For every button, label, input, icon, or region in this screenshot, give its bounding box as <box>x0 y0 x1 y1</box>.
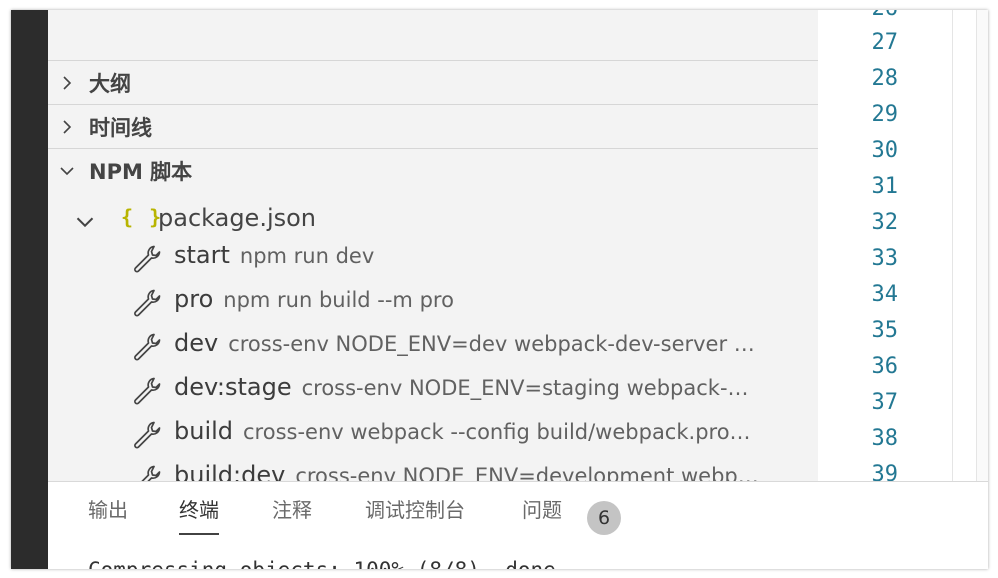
chevron-down-icon <box>75 212 95 232</box>
script-command: npm run dev <box>239 244 375 268</box>
script-text: dev cross-env NODE_ENV=dev webpack-dev-se… <box>174 329 804 357</box>
script-item-pro[interactable]: pro npm run build --m pro <box>48 279 818 323</box>
script-text: build cross-env webpack --config build/we… <box>174 417 804 445</box>
section-npm-scripts[interactable]: NPM 脚本 <box>48 148 818 192</box>
active-tab-indicator <box>179 533 219 535</box>
section-timeline[interactable]: 时间线 <box>48 104 818 148</box>
section-outline[interactable]: 大纲 <box>48 60 818 104</box>
editor-ruler <box>952 10 953 481</box>
line-number: 29 <box>871 102 899 127</box>
script-item-dev-stage[interactable]: dev:stage cross-env NODE_ENV=staging webp… <box>48 367 818 411</box>
script-name: dev:stage <box>174 373 292 401</box>
line-number: 38 <box>871 426 899 451</box>
line-number: 33 <box>871 246 899 271</box>
tab-label: 问题 <box>522 498 562 522</box>
script-item-start[interactable]: start npm run dev <box>48 235 818 279</box>
tab-comments[interactable]: 注释 <box>272 494 312 534</box>
script-text: dev:stage cross-env NODE_ENV=staging webp… <box>174 373 804 401</box>
package-file-name: package.json <box>158 204 317 232</box>
script-command: cross-env webpack --config build/webpack… <box>243 420 751 444</box>
vscode-window: 大纲 时间线 NPM 脚本 { } package.json start npm … <box>11 10 988 569</box>
chevron-down-icon <box>57 161 77 181</box>
script-text: build:dev cross-env NODE_ENV=development … <box>174 461 804 481</box>
editor-gutter: 26 27 28 29 30 31 32 33 34 35 36 37 38 3… <box>818 10 988 481</box>
line-number: 26 <box>818 10 899 21</box>
section-title: 时间线 <box>89 115 152 140</box>
problems-count-badge: 6 <box>587 501 621 535</box>
tab-label: 调试控制台 <box>365 498 465 522</box>
script-name: start <box>174 241 230 269</box>
script-name: build:dev <box>174 461 286 481</box>
editor-scrollbar[interactable] <box>976 10 988 481</box>
script-name: pro <box>174 285 214 313</box>
tab-terminal[interactable]: 终端 <box>179 494 219 535</box>
script-command: cross-env NODE_ENV=dev webpack-dev-serve… <box>228 332 755 356</box>
script-command: cross-env NODE_ENV=staging webpack-… <box>301 376 749 400</box>
line-number: 36 <box>871 354 899 379</box>
tab-label: 终端 <box>179 498 219 522</box>
script-item-dev[interactable]: dev cross-env NODE_ENV=dev webpack-dev-se… <box>48 323 818 367</box>
line-number: 30 <box>871 138 899 163</box>
terminal-output[interactable]: Compressing objects: 100% (8/8), done. <box>88 558 568 569</box>
line-number: 35 <box>871 318 899 343</box>
section-title: 大纲 <box>89 71 131 96</box>
script-text: start npm run dev <box>174 241 804 269</box>
script-name: build <box>174 417 234 445</box>
script-name: dev <box>174 329 219 357</box>
line-number: 37 <box>871 390 899 415</box>
tab-debug-console[interactable]: 调试控制台 <box>365 494 465 534</box>
chevron-right-icon <box>57 73 77 93</box>
wrench-icon <box>134 245 161 273</box>
wrench-icon <box>134 289 161 317</box>
json-braces-icon: { } <box>121 205 164 229</box>
bottom-panel: 输出 终端 注释 调试控制台 问题 6 Compressing objects:… <box>48 481 988 569</box>
script-item-build-dev[interactable]: build:dev cross-env NODE_ENV=development … <box>48 455 818 481</box>
line-number: 34 <box>871 282 899 307</box>
wrench-icon <box>134 333 161 361</box>
activity-bar <box>11 10 48 569</box>
tab-problems[interactable]: 问题 <box>522 494 562 534</box>
section-title: NPM 脚本 <box>89 159 193 184</box>
line-number: 27 <box>871 30 899 55</box>
line-number: 31 <box>871 174 899 199</box>
line-number: 28 <box>871 66 899 91</box>
chevron-right-icon <box>57 117 77 137</box>
wrench-icon <box>141 465 161 481</box>
wrench-icon <box>134 377 161 405</box>
sidebar: 大纲 时间线 NPM 脚本 { } package.json start npm … <box>48 10 818 481</box>
script-text: pro npm run build --m pro <box>174 285 804 313</box>
line-number: 32 <box>871 210 899 235</box>
line-number: 39 <box>871 462 899 481</box>
tab-output[interactable]: 输出 <box>88 494 128 534</box>
script-item-build[interactable]: build cross-env webpack --config build/we… <box>48 411 818 455</box>
tab-label: 注释 <box>272 498 312 522</box>
wrench-icon <box>134 421 161 449</box>
tab-label: 输出 <box>88 498 128 522</box>
script-command: cross-env NODE_ENV=development webp… <box>295 464 759 481</box>
script-command: npm run build --m pro <box>223 288 454 312</box>
